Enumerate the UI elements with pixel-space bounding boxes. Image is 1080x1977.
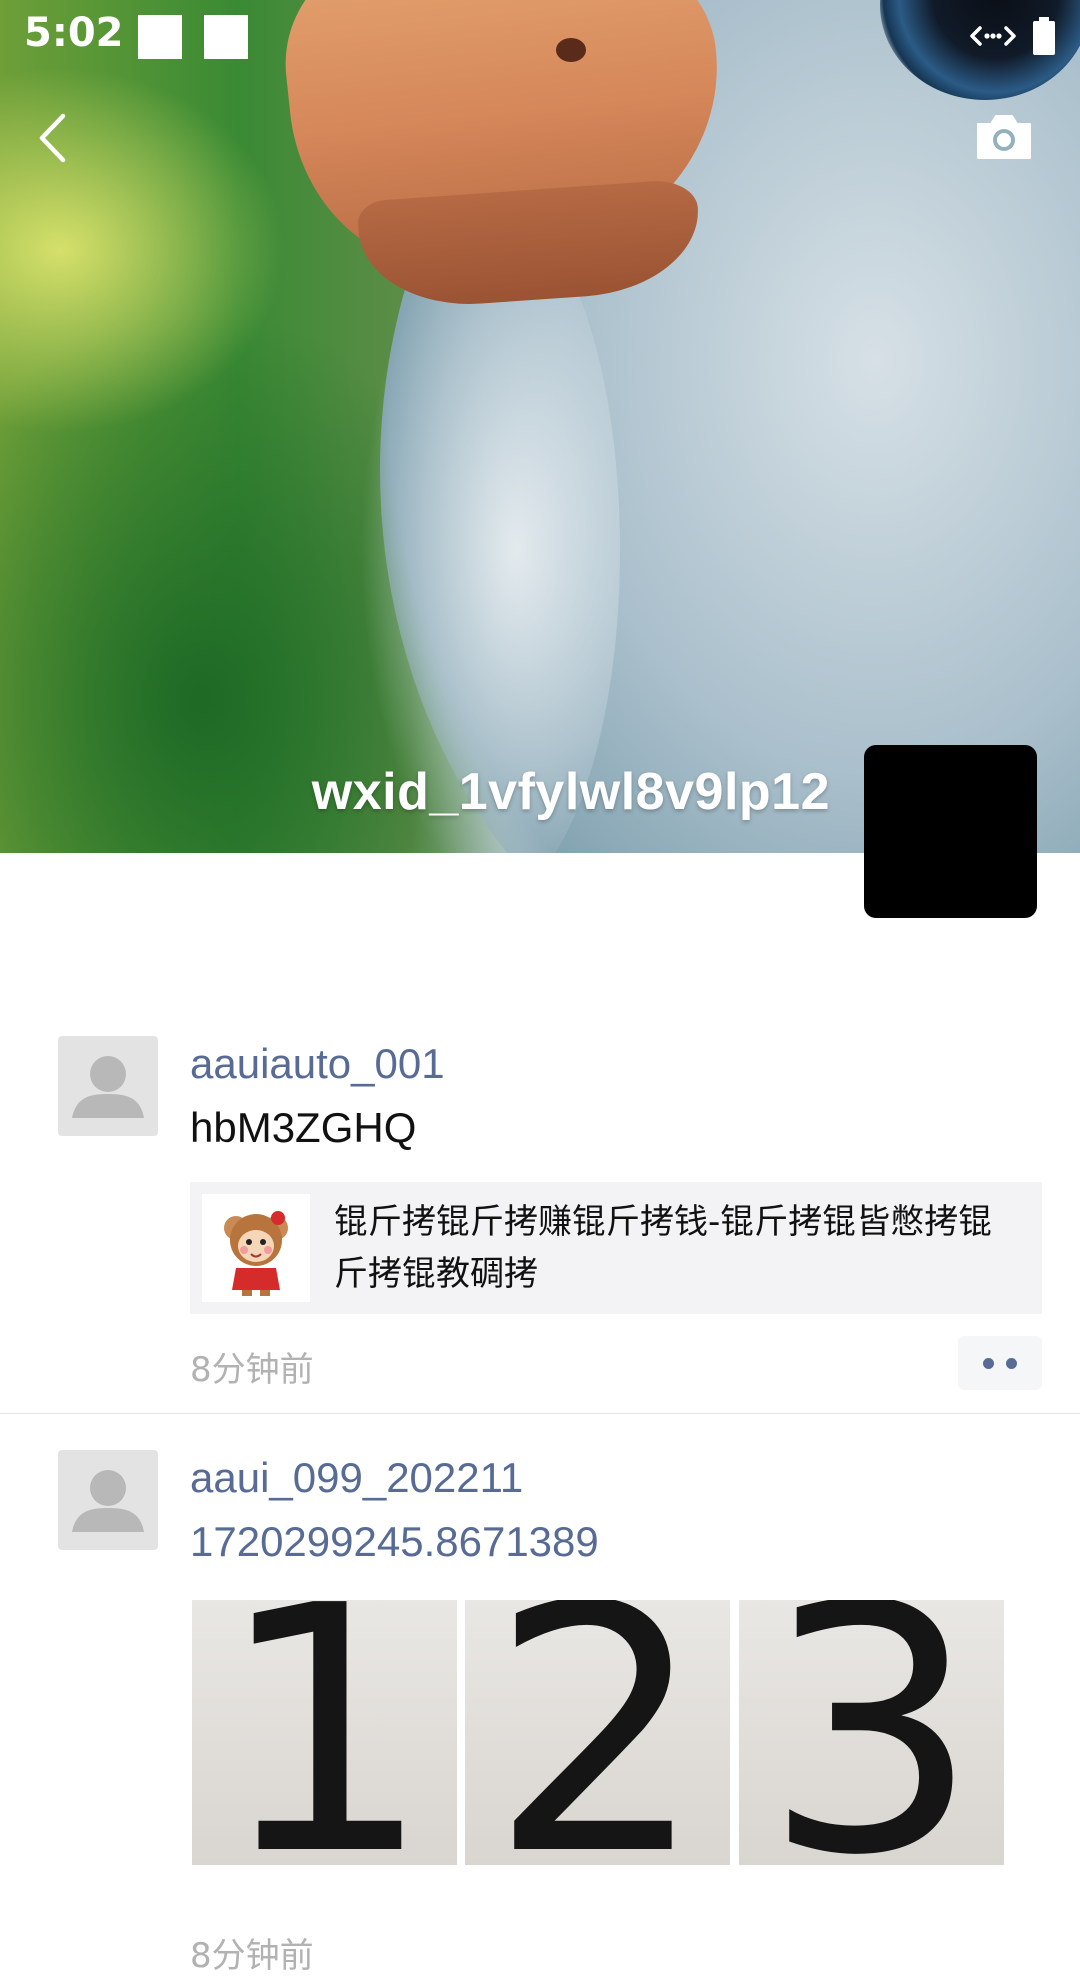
- cover-photo[interactable]: wxid_1vfylwl8v9lp12: [0, 0, 1080, 853]
- photo-digit: 1: [216, 1600, 433, 1865]
- link-title: 锟斤拷锟斤拷赚锟斤拷钱-锟斤拷锟皆憋拷锟斤拷锟教碉拷: [334, 1202, 993, 1294]
- link-card[interactable]: 锟斤拷锟斤拷赚锟斤拷钱-锟斤拷锟皆憋拷锟斤拷锟教碉拷: [190, 1182, 1042, 1314]
- post-text: hbM3ZGHQ: [190, 1104, 417, 1151]
- data-transfer-icon: [970, 16, 1016, 56]
- post-author[interactable]: aaui_099_202211: [190, 1454, 523, 1502]
- camera-icon: [977, 115, 1031, 159]
- post-author[interactable]: aauiauto_001: [190, 1040, 445, 1088]
- post-photo[interactable]: 2: [465, 1600, 730, 1865]
- more-dot-icon: [1006, 1357, 1017, 1369]
- post-avatar[interactable]: [58, 1450, 158, 1550]
- post-text[interactable]: 1720299245.8671389: [190, 1518, 599, 1566]
- post-time: 8分钟前: [190, 1350, 314, 1390]
- status-time: 5:02: [24, 10, 124, 56]
- more-actions-button[interactable]: [958, 1336, 1042, 1390]
- photo-digit: 3: [763, 1600, 980, 1865]
- chevron-left-icon: [39, 113, 66, 163]
- monkey-sticker-icon: [224, 1211, 288, 1296]
- post-time: 8分钟前: [190, 1936, 314, 1976]
- post-photo[interactable]: 3: [739, 1600, 1004, 1865]
- post-photo[interactable]: 1: [192, 1600, 457, 1865]
- post-divider: [0, 1413, 1080, 1414]
- default-avatar-icon: [72, 1056, 144, 1118]
- profile-avatar[interactable]: [864, 745, 1037, 918]
- notification-square-icon: [204, 15, 248, 59]
- more-dot-icon: [983, 1357, 994, 1369]
- photo-digit: 2: [489, 1600, 706, 1865]
- link-thumbnail: [202, 1194, 310, 1302]
- back-button[interactable]: [30, 106, 80, 170]
- status-bar: 5:02: [0, 0, 1080, 74]
- status-icons: [970, 16, 1056, 56]
- camera-button[interactable]: [974, 112, 1034, 162]
- notification-square-icon: [138, 15, 182, 59]
- battery-icon: [1032, 16, 1056, 56]
- default-avatar-icon: [72, 1470, 144, 1532]
- profile-username: wxid_1vfylwl8v9lp12: [311, 763, 830, 821]
- post-avatar[interactable]: [58, 1036, 158, 1136]
